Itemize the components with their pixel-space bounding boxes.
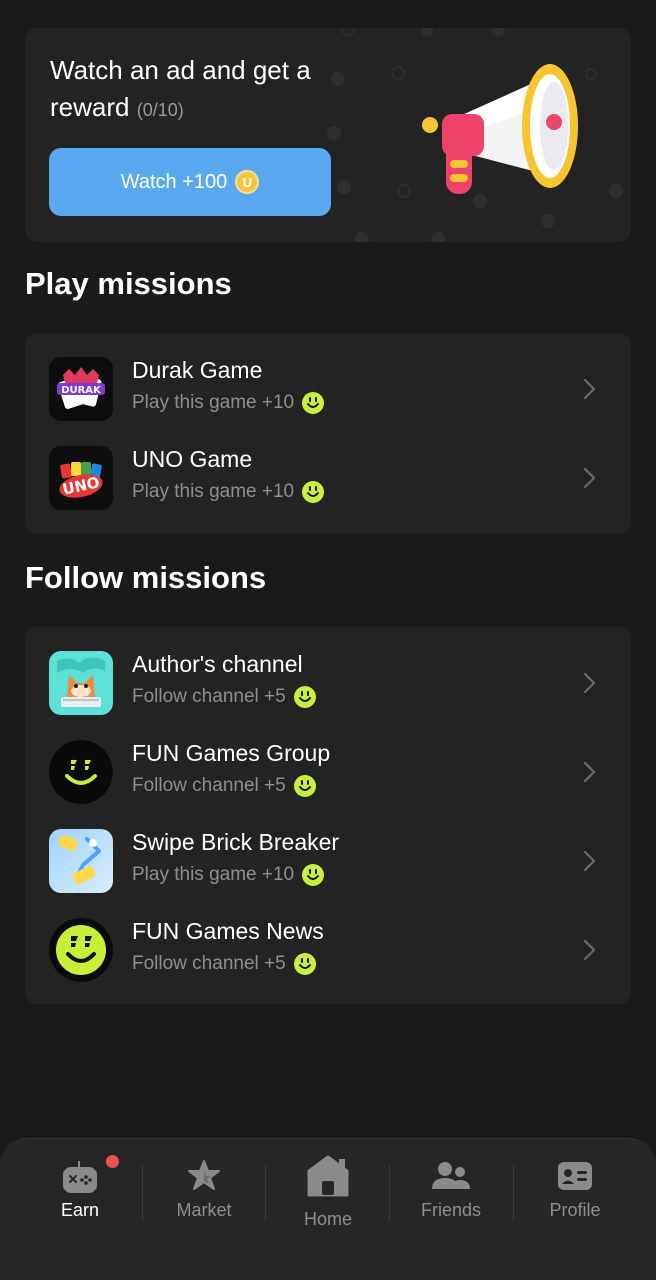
gamepad-icon <box>63 1161 97 1193</box>
mission-subtitle: Follow channel +5 <box>132 686 316 708</box>
ad-count: (0/10) <box>136 100 184 120</box>
megaphone-icon <box>422 64 578 194</box>
nav-item-earn[interactable]: Earn <box>18 1139 142 1249</box>
mission-swipe-brick-breaker[interactable]: Swipe Brick Breaker Play this game +10 <box>25 817 631 905</box>
profile-card-icon <box>558 1162 592 1190</box>
durak-game-icon: DURAK <box>49 357 113 421</box>
mission-reward-text: Play this game +10 <box>132 392 295 413</box>
star-icon <box>188 1160 220 1190</box>
follow-missions-card: Author's channel Follow channel +5 FUN G… <box>25 627 631 1004</box>
chevron-right-icon <box>583 850 596 872</box>
nav-item-home[interactable]: Home <box>266 1139 390 1249</box>
nav-label-earn: Earn <box>60 1200 100 1220</box>
mission-reward-text: Follow channel +5 <box>132 775 286 796</box>
nav-item-market[interactable]: Market <box>142 1139 266 1249</box>
home-icon <box>307 1155 349 1197</box>
chevron-right-icon <box>583 761 596 783</box>
mission-reward-text: Follow channel +5 <box>132 953 286 974</box>
nav-label-home: Home <box>303 1209 352 1229</box>
chevron-right-icon <box>583 672 596 694</box>
play-missions-card: DURAK Durak Game Play this game +10 UNO … <box>25 333 631 534</box>
watch-button-label: Watch +100 <box>120 170 228 193</box>
mission-title: FUN Games Group <box>132 740 331 766</box>
mission-title: Author's channel <box>132 651 303 677</box>
nav-item-profile[interactable]: Profile <box>513 1139 637 1249</box>
smiley-coin-icon <box>293 953 316 975</box>
mission-subtitle: Play this game +10 <box>132 864 325 886</box>
chevron-right-icon <box>583 378 596 400</box>
follow-missions-title: Follow missions <box>25 560 267 595</box>
watch-ad-button[interactable]: Watch +100 U <box>49 148 331 216</box>
nav-label-market: Market <box>176 1200 232 1220</box>
bottom-nav: Earn Market Home Friends Profile <box>0 1138 656 1280</box>
mission-reward-text: Play this game +10 <box>132 481 295 502</box>
chevron-right-icon <box>583 939 596 961</box>
mission-subtitle: Play this game +10 <box>132 392 325 414</box>
author-channel-icon <box>49 651 113 715</box>
mission-subtitle: Play this game +10 <box>132 481 325 503</box>
mission-subtitle: Follow channel +5 <box>132 953 316 975</box>
mission-durak-game[interactable]: DURAK Durak Game Play this game +10 <box>25 345 631 433</box>
smiley-coin-icon <box>302 392 325 414</box>
chevron-right-icon <box>583 467 596 489</box>
nav-item-friends[interactable]: Friends <box>389 1139 513 1249</box>
mission-fun-games-group[interactable]: FUN Games Group Follow channel +5 <box>25 728 631 816</box>
play-missions-title: Play missions <box>25 266 232 301</box>
mission-title: Durak Game <box>132 357 263 383</box>
fun-games-group-icon <box>49 740 113 804</box>
uno-game-icon: UNO <box>49 446 113 510</box>
mission-reward-text: Play this game +10 <box>132 864 295 885</box>
ad-title: Watch an ad and get a reward (0/10) <box>50 52 350 129</box>
notification-dot <box>106 1155 119 1168</box>
mission-uno-game[interactable]: UNO UNO Game Play this game +10 <box>25 434 631 522</box>
mission-authors-channel[interactable]: Author's channel Follow channel +5 <box>25 639 631 727</box>
nav-label-profile: Profile <box>549 1200 601 1220</box>
coin-icon: U <box>235 170 260 194</box>
ad-reward-card: Watch an ad and get a reward (0/10) Watc… <box>25 28 631 242</box>
svg-text:DURAK: DURAK <box>61 385 102 396</box>
mission-reward-text: Follow channel +5 <box>132 686 286 707</box>
smiley-coin-icon <box>293 775 316 797</box>
mission-title: FUN Games News <box>132 918 324 944</box>
earn-page: Watch an ad and get a reward (0/10) Watc… <box>0 0 656 1280</box>
smiley-coin-icon <box>302 481 325 503</box>
mission-title: UNO Game <box>132 446 253 472</box>
mission-fun-games-news[interactable]: FUN Games News Follow channel +5 <box>25 906 631 994</box>
fun-games-news-icon <box>49 918 113 982</box>
mission-title: Swipe Brick Breaker <box>132 829 340 855</box>
smiley-coin-icon <box>293 686 316 708</box>
friends-icon <box>432 1162 470 1189</box>
nav-label-friends: Friends <box>420 1200 482 1220</box>
mission-subtitle: Follow channel +5 <box>132 775 316 797</box>
brick-breaker-icon <box>49 829 113 893</box>
smiley-coin-icon <box>302 864 325 886</box>
